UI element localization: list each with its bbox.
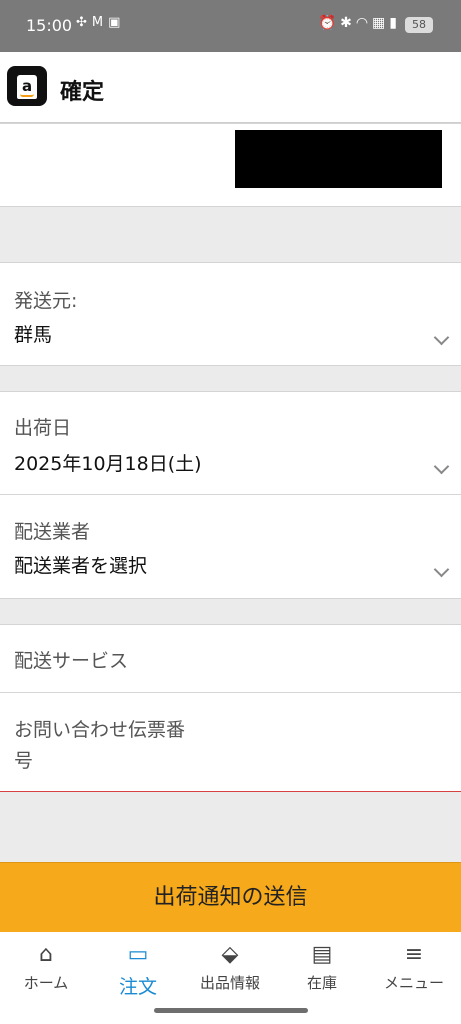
carrier-value: 配送業者を選択 <box>14 555 148 577</box>
amazon-seller-logo-icon[interactable]: a <box>7 66 47 106</box>
tag-icon: ⬙ <box>221 942 239 967</box>
shipping-service-field[interactable]: 配送サービス <box>0 624 461 692</box>
pinwheel-icon: ✣ <box>76 15 92 30</box>
page-title: 確定 <box>60 80 105 105</box>
alarm-icon: ⏰ <box>318 15 341 31</box>
ship-date-label: 出荷日 <box>14 417 72 439</box>
clipboard-icon: ▤ <box>311 942 333 967</box>
ship-date-select[interactable]: 出荷日 2025年10月18日(土) <box>0 391 461 495</box>
chevron-down-icon <box>433 458 450 475</box>
gmail-icon: M <box>91 15 109 30</box>
app-bar: a 確定 <box>0 52 461 123</box>
tracking-number-field[interactable]: お問い合わせ伝票番 号 <box>0 693 461 792</box>
nav-item-inventory[interactable]: ▤ 在庫 <box>276 940 368 993</box>
gesture-bar[interactable] <box>154 1008 308 1013</box>
signal-icon: ▮ <box>389 15 401 31</box>
nav-label-orders: 注文 <box>118 976 157 998</box>
nav-label-home: ホーム <box>23 974 69 992</box>
menu-icon: ≡ <box>404 942 424 967</box>
redacted-block <box>235 130 442 188</box>
status-time: 15:00 <box>26 16 73 35</box>
ship-date-value: 2025年10月18日(土) <box>14 453 202 475</box>
ship-from-label: 発送元: <box>14 290 78 312</box>
status-notification-icons: ✣M▣ <box>76 15 125 30</box>
status-bar: 15:00 ✣M▣ ⏰✱◠▦▮ 58 <box>0 0 461 52</box>
nav-item-home[interactable]: ⌂ ホーム <box>0 940 92 993</box>
gallery-icon: ▣ <box>108 15 126 30</box>
tracking-number-label-line1: お問い合わせ伝票番 <box>14 719 186 741</box>
tracking-number-label-line2: 号 <box>14 750 34 772</box>
nav-label-inventory: 在庫 <box>306 974 337 992</box>
nav-item-listings[interactable]: ⬙ 出品情報 <box>184 940 276 993</box>
home-icon: ⌂ <box>39 942 53 967</box>
chevron-down-icon <box>433 561 450 578</box>
shipping-service-label: 配送サービス <box>14 650 129 672</box>
ship-from-value: 群馬 <box>14 324 53 346</box>
wifi-icon: ◠ <box>355 15 373 31</box>
status-system-icons: ⏰✱◠▦▮ <box>319 15 401 31</box>
logo-letter: a <box>22 77 33 95</box>
carrier-select[interactable]: 配送業者 配送業者を選択 <box>0 495 461 599</box>
nav-item-orders[interactable]: ▭ 注文 <box>92 940 184 999</box>
nav-label-listings: 出品情報 <box>199 974 260 992</box>
nav-item-menu[interactable]: ≡ メニュー <box>368 940 460 993</box>
nav-label-menu: メニュー <box>383 974 444 992</box>
bluetooth-icon: ✱ <box>340 15 356 31</box>
battery-indicator: 58 <box>405 17 433 33</box>
chevron-down-icon <box>433 329 450 346</box>
carrier-label: 配送業者 <box>14 521 91 543</box>
volte-icon: ▦ <box>372 15 390 31</box>
ship-from-select[interactable]: 発送元: 群馬 <box>0 262 461 366</box>
box-icon: ▭ <box>127 942 149 967</box>
send-shipment-notification-button[interactable]: 出荷通知の送信 <box>0 862 461 932</box>
